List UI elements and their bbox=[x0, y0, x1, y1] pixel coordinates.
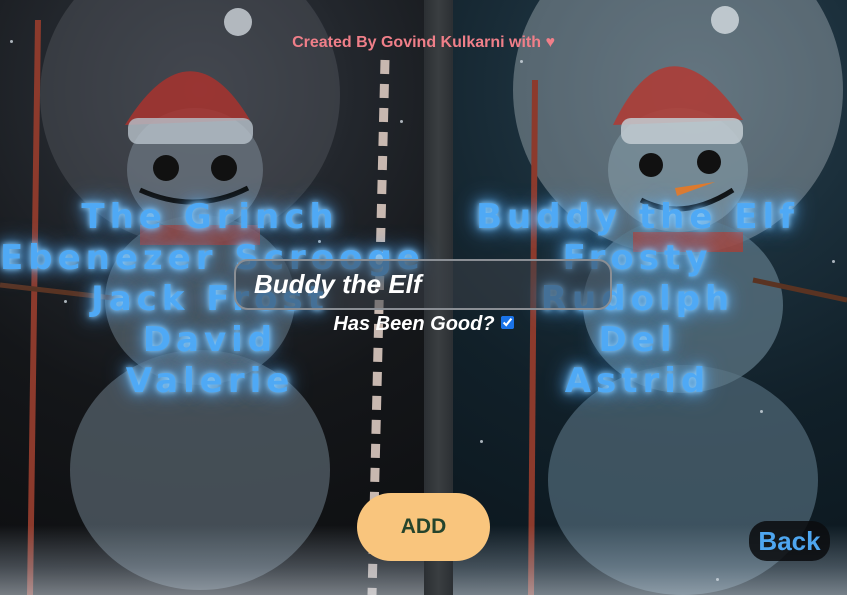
name-input[interactable] bbox=[234, 259, 612, 310]
nice-name: Astrid bbox=[564, 361, 711, 401]
good-checkbox-row: Has Been Good? bbox=[0, 313, 847, 336]
credit-text: Created By Govind Kulkarni with ♥ bbox=[292, 34, 555, 51]
good-checkbox-label: Has Been Good? bbox=[333, 313, 495, 335]
nice-name: Buddy the Elf bbox=[476, 197, 799, 237]
naughty-name: Valerie bbox=[125, 361, 295, 401]
naughty-name: The Grinch bbox=[81, 197, 339, 237]
good-checkbox[interactable] bbox=[500, 316, 514, 329]
back-button[interactable]: Back bbox=[749, 521, 830, 561]
add-button[interactable]: ADD bbox=[357, 493, 490, 561]
